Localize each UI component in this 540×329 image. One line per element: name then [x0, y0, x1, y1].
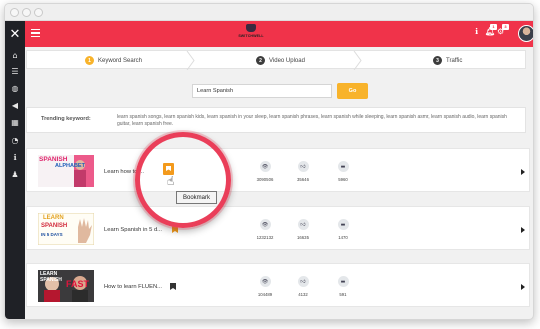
- bookmark-tooltip: Bookmark: [176, 191, 217, 204]
- step-video-upload[interactable]: 2 Video Upload: [256, 51, 305, 70]
- comments-stat: ▬ 591: [331, 276, 355, 297]
- step-number: 2: [256, 56, 265, 65]
- video-title[interactable]: How to learn FLUEN...: [104, 284, 162, 290]
- menu-toggle-icon[interactable]: [31, 29, 40, 38]
- thumbs-up-icon: 👍︎: [297, 276, 309, 287]
- hand-cursor-icon: ☝: [167, 174, 175, 188]
- go-button[interactable]: Go: [337, 83, 368, 99]
- step-divider-icon: [353, 51, 362, 70]
- top-navbar: ✕ SWITCHWELL ℹ 🔔︎ 1 ⚙ 3: [5, 21, 533, 47]
- video-title[interactable]: Learn Spanish in 5 d...: [104, 227, 162, 233]
- close-dot[interactable]: [10, 8, 19, 17]
- app-logo-icon[interactable]: ✕: [5, 21, 25, 47]
- highlight-ring: [135, 132, 231, 228]
- brand-logo-mark: [246, 24, 256, 32]
- likes-count: 35646: [297, 177, 309, 182]
- bookmark-icon[interactable]: [170, 283, 176, 290]
- comment-icon: ▬: [337, 276, 349, 287]
- comment-icon: ▬: [337, 161, 349, 172]
- video-result-row[interactable]: LEARN SPANISH FAST How to learn FLUEN...…: [26, 263, 530, 307]
- brand-logo-text: SWITCHWELL: [238, 34, 264, 38]
- trending-keywords-text: learn spanish songs, learn spanish kids,…: [117, 114, 507, 127]
- step-keyword-search[interactable]: 1 Keyword Search: [85, 51, 142, 70]
- notification-badge: 1: [490, 24, 497, 30]
- globe-icon[interactable]: ◍: [5, 84, 25, 93]
- views-count: 1232132: [256, 235, 274, 240]
- video-thumbnail[interactable]: LEARN SPANISH FAST: [38, 270, 94, 302]
- step-divider-icon: [186, 51, 195, 70]
- megaphone-icon[interactable]: ◀: [5, 101, 25, 110]
- views-count: 104489: [257, 292, 273, 297]
- film-icon[interactable]: ▦: [5, 118, 25, 127]
- play-icon[interactable]: [521, 227, 525, 233]
- likes-stat: 👍︎ 35646: [291, 161, 315, 182]
- step-label: Traffic: [446, 57, 463, 64]
- video-thumbnail[interactable]: LEARN SPANISH IN 5 DAYS: [38, 213, 94, 245]
- keyword-search-input[interactable]: Learn Spanish: [192, 84, 332, 98]
- thumbnail-text: SPANISH: [39, 156, 68, 163]
- thumbnail-text: LEARN: [43, 215, 64, 221]
- thumbnail-text: SPANISH: [40, 277, 62, 283]
- trending-keywords-panel: Trending keyword: learn spanish songs, l…: [26, 107, 526, 133]
- play-icon[interactable]: [521, 169, 525, 175]
- list-icon[interactable]: ☰: [5, 67, 25, 76]
- step-traffic[interactable]: 3 Traffic: [433, 51, 462, 70]
- views-stat: 👁︎ 1232132: [253, 219, 277, 240]
- comments-count: 5960: [338, 177, 348, 182]
- sidebar: ⌂ ☰ ◍ ◀ ▦ ◔ ℹ ♟: [5, 47, 25, 319]
- comments-stat: ▬ 1470: [331, 219, 355, 240]
- users-icon[interactable]: ♟: [5, 170, 25, 179]
- likes-count: 16635: [297, 235, 309, 240]
- eye-icon: 👁︎: [259, 219, 271, 230]
- views-count: 3090506: [256, 177, 274, 182]
- settings-badge: 3: [502, 24, 509, 30]
- likes-count: 4132: [298, 292, 308, 297]
- views-stat: 👁︎ 3090506: [253, 161, 277, 182]
- step-number: 3: [433, 56, 442, 65]
- comments-stat: ▬ 5960: [331, 161, 355, 182]
- thumbnail-text: ALPHABET: [55, 163, 85, 169]
- comments-count: 1470: [338, 235, 348, 240]
- window-chrome: [5, 4, 533, 21]
- likes-stat: 👍︎ 4132: [291, 276, 315, 297]
- step-number: 1: [85, 56, 94, 65]
- step-progress: 1 Keyword Search 2 Video Upload 3 Traffi…: [26, 50, 526, 70]
- minimize-dot[interactable]: [22, 8, 31, 17]
- video-result-row[interactable]: SPANISH ALPHABET Learn how to ... 👁︎ 309…: [26, 148, 530, 192]
- info-icon[interactable]: ℹ: [5, 153, 25, 162]
- comment-icon: ▬: [337, 219, 349, 230]
- home-icon[interactable]: ⌂: [5, 51, 25, 60]
- eye-icon: 👁︎: [259, 161, 271, 172]
- brand-logo: SWITCHWELL: [236, 24, 266, 44]
- step-label: Video Upload: [269, 57, 305, 64]
- thumbnail-text: FAST: [66, 279, 90, 289]
- maximize-dot[interactable]: [34, 8, 43, 17]
- views-stat: 👁︎ 104489: [253, 276, 277, 297]
- eye-icon: 👁︎: [259, 276, 271, 287]
- play-icon[interactable]: [521, 284, 525, 290]
- thumbs-up-icon: 👍︎: [297, 219, 309, 230]
- thumbs-up-icon: 👍︎: [297, 161, 309, 172]
- info-icon[interactable]: ℹ: [475, 27, 478, 36]
- thumbnail-text: IN 5 DAYS: [41, 232, 63, 237]
- video-result-row[interactable]: LEARN SPANISH IN 5 DAYS Learn Spanish in…: [26, 206, 530, 250]
- chart-icon[interactable]: ◔: [5, 136, 25, 145]
- trending-label: Trending keyword:: [41, 116, 91, 122]
- user-avatar[interactable]: [518, 25, 533, 42]
- likes-stat: 👍︎ 16635: [291, 219, 315, 240]
- comments-count: 591: [339, 292, 347, 297]
- thumbnail-text: SPANISH: [41, 223, 68, 229]
- step-label: Keyword Search: [98, 57, 143, 64]
- video-thumbnail[interactable]: SPANISH ALPHABET: [38, 155, 94, 187]
